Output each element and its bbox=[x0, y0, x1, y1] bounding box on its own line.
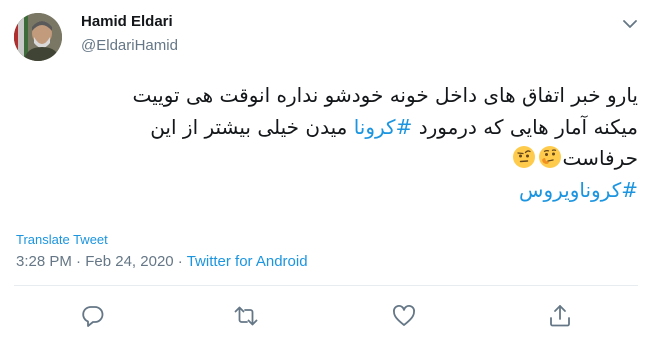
avatar-image bbox=[14, 13, 62, 61]
avatar[interactable] bbox=[14, 13, 62, 61]
reply-icon bbox=[82, 306, 104, 327]
tweet-text-segment: میدن خیلی بیشتر از این bbox=[150, 114, 354, 139]
thinking-face-emoji bbox=[538, 145, 562, 169]
tweet-line: یارو خبر اتفاق های داخل خونه خودشو نداره… bbox=[132, 83, 638, 107]
face-with-raised-eyebrow-emoji bbox=[512, 145, 536, 169]
tweet-time[interactable]: 3:28 PM bbox=[16, 253, 72, 270]
tweet-card: Hamid Eldari @EldariHamid یارو خبر اتفاق… bbox=[0, 0, 652, 340]
like-button[interactable] bbox=[391, 303, 417, 329]
tweet-meta: 3:28 PM · Feb 24, 2020 · Twitter for And… bbox=[16, 253, 308, 270]
tweet-text: یارو خبر اتفاق های داخل خونه خودشو نداره… bbox=[14, 80, 638, 206]
translate-tweet-link[interactable]: Translate Tweet bbox=[16, 232, 108, 247]
share-icon bbox=[550, 305, 570, 327]
retweet-button[interactable] bbox=[233, 303, 259, 329]
tweet-line: #کروناویروس bbox=[14, 175, 638, 207]
share-button[interactable] bbox=[547, 303, 573, 329]
reply-button[interactable] bbox=[80, 303, 106, 329]
meta-separator: · bbox=[71, 253, 86, 270]
tweet-text-segment: حرفاست bbox=[562, 146, 638, 170]
like-icon bbox=[393, 305, 415, 326]
retweet-icon bbox=[234, 306, 258, 326]
author-handle[interactable]: @EldariHamid bbox=[81, 37, 178, 54]
tweet-text-segment: میکنه آمار هایی که درمورد bbox=[412, 114, 638, 139]
chevron-down-icon[interactable] bbox=[620, 14, 640, 34]
hashtag-link[interactable]: #کرونا bbox=[354, 115, 413, 139]
meta-separator: · bbox=[173, 253, 187, 270]
tweet-source-link[interactable]: Twitter for Android bbox=[187, 253, 308, 270]
hashtag-link[interactable]: #کروناویروس bbox=[519, 178, 638, 202]
tweet-date[interactable]: Feb 24, 2020 bbox=[85, 253, 173, 270]
tweet-line: حرفاست bbox=[14, 143, 638, 175]
author-name[interactable]: Hamid Eldari bbox=[81, 13, 173, 30]
divider bbox=[14, 285, 638, 286]
tweet-line: میکنه آمار هایی که درمورد #کرونا میدن خی… bbox=[14, 112, 638, 144]
